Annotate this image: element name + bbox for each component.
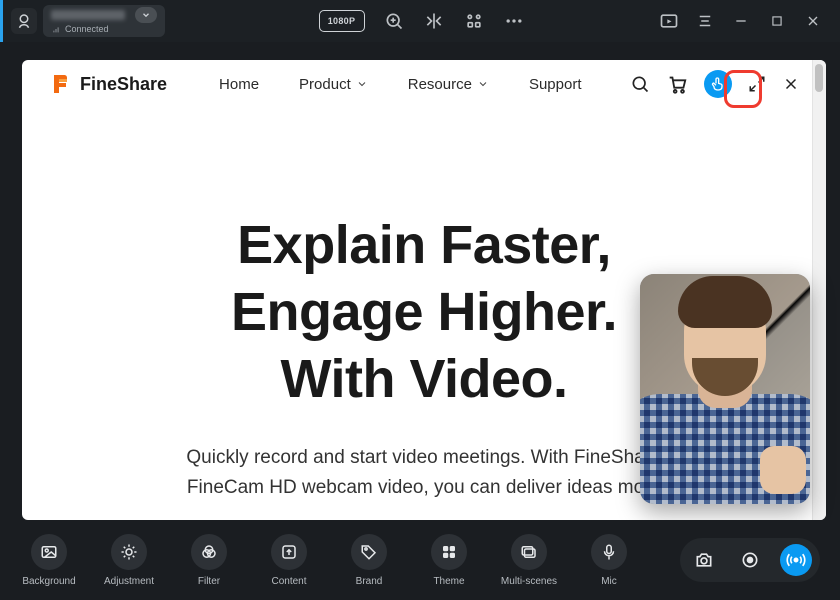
pip-person-hair — [678, 276, 772, 328]
mirror-icon — [424, 11, 444, 31]
site-search-button[interactable] — [630, 74, 650, 94]
webcam-pip[interactable] — [640, 274, 810, 504]
nav-support[interactable]: Support — [529, 76, 582, 93]
theme-grid-icon — [440, 543, 458, 561]
site-brand[interactable]: FineShare — [48, 72, 167, 96]
record-button[interactable] — [734, 544, 766, 576]
record-icon — [740, 550, 760, 570]
maximize-button[interactable] — [766, 10, 788, 32]
site-nav: Home Product Resource Support — [219, 76, 581, 93]
chevron-down-icon — [477, 78, 489, 90]
resolution-label: 1080P — [328, 16, 356, 26]
nav-product[interactable]: Product — [299, 76, 368, 93]
search-icon — [630, 74, 650, 94]
minimize-icon — [733, 13, 749, 29]
connection-label: Connected — [65, 24, 109, 34]
user-account-chip[interactable]: Connected — [43, 5, 165, 37]
control-theme[interactable]: Theme — [420, 534, 478, 587]
close-icon — [782, 75, 800, 93]
mirror-button[interactable] — [423, 10, 445, 32]
upload-icon — [280, 543, 298, 561]
image-icon — [40, 543, 58, 561]
webcam-toggle[interactable] — [11, 8, 37, 34]
control-theme-label: Theme — [433, 576, 464, 587]
panel-button[interactable] — [694, 10, 716, 32]
control-multi-scenes-label: Multi-scenes — [501, 576, 557, 587]
zoom-in-button[interactable] — [383, 10, 405, 32]
connection-status: Connected — [51, 24, 157, 34]
account-dropdown[interactable] — [135, 7, 157, 23]
brand-name: FineShare — [80, 74, 167, 95]
site-cart-button[interactable] — [666, 73, 688, 95]
capture-pill — [680, 538, 820, 582]
nav-home-label: Home — [219, 76, 259, 93]
brand-logo-icon — [48, 72, 72, 96]
tag-icon — [360, 543, 378, 561]
filter-venn-icon — [200, 543, 218, 561]
pip-person-hand — [760, 446, 806, 494]
panel-list-icon — [696, 12, 714, 30]
control-adjustment-label: Adjustment — [104, 576, 154, 587]
more-button[interactable] — [503, 10, 525, 32]
close-embed-button[interactable] — [782, 75, 800, 93]
microphone-icon — [600, 543, 618, 561]
snapshot-button[interactable] — [688, 544, 720, 576]
bottom-control-bar: Background Adjustment Filter Content Bra… — [0, 520, 840, 600]
control-filter-label: Filter — [198, 576, 220, 587]
chevron-down-icon — [356, 78, 368, 90]
tutorial-highlight — [724, 70, 762, 108]
nav-product-label: Product — [299, 76, 351, 93]
more-horizontal-icon — [504, 11, 524, 31]
signal-icon — [51, 24, 61, 34]
layout-grid-icon — [464, 11, 484, 31]
control-background-label: Background — [22, 576, 75, 587]
stage-area: FineShare Home Product Resource Support — [0, 42, 840, 520]
chevron-down-icon — [141, 10, 151, 20]
close-window-button[interactable] — [802, 10, 824, 32]
scrollbar-thumb[interactable] — [815, 64, 823, 92]
nav-resource[interactable]: Resource — [408, 76, 489, 93]
titlebar-left: Connected — [11, 5, 165, 37]
pip-icon — [659, 11, 679, 31]
webcam-icon — [15, 12, 33, 30]
control-adjustment[interactable]: Adjustment — [100, 534, 158, 587]
nav-support-label: Support — [529, 76, 582, 93]
stream-button[interactable] — [780, 544, 812, 576]
scenes-icon — [520, 543, 538, 561]
zoom-in-icon — [384, 11, 404, 31]
titlebar-right — [658, 10, 832, 32]
user-name-redacted — [51, 10, 125, 20]
site-header: FineShare Home Product Resource Support — [22, 60, 826, 108]
nav-home[interactable]: Home — [219, 76, 259, 93]
layout-button[interactable] — [463, 10, 485, 32]
hero-line-1: Explain Faster, — [52, 212, 796, 279]
control-content-label: Content — [271, 576, 306, 587]
camera-icon — [694, 550, 714, 570]
app-titlebar: Connected 1080P — [0, 0, 840, 42]
control-mic[interactable]: Mic — [580, 534, 638, 587]
control-brand[interactable]: Brand — [340, 534, 398, 587]
site-header-actions — [630, 70, 800, 98]
minimize-button[interactable] — [730, 10, 752, 32]
control-mic-label: Mic — [601, 576, 617, 587]
maximize-icon — [770, 14, 784, 28]
pip-button[interactable] — [658, 10, 680, 32]
titlebar-center: 1080P — [319, 10, 525, 32]
control-filter[interactable]: Filter — [180, 534, 238, 587]
scene-controls: Background Adjustment Filter Content Bra… — [20, 534, 638, 587]
nav-resource-label: Resource — [408, 76, 472, 93]
brightness-icon — [120, 543, 138, 561]
control-background[interactable]: Background — [20, 534, 78, 587]
control-multi-scenes[interactable]: Multi-scenes — [500, 534, 558, 587]
cart-icon — [666, 73, 688, 95]
control-content[interactable]: Content — [260, 534, 318, 587]
resolution-badge[interactable]: 1080P — [319, 10, 365, 32]
control-brand-label: Brand — [356, 576, 383, 587]
broadcast-icon — [786, 550, 806, 570]
close-icon — [805, 13, 821, 29]
